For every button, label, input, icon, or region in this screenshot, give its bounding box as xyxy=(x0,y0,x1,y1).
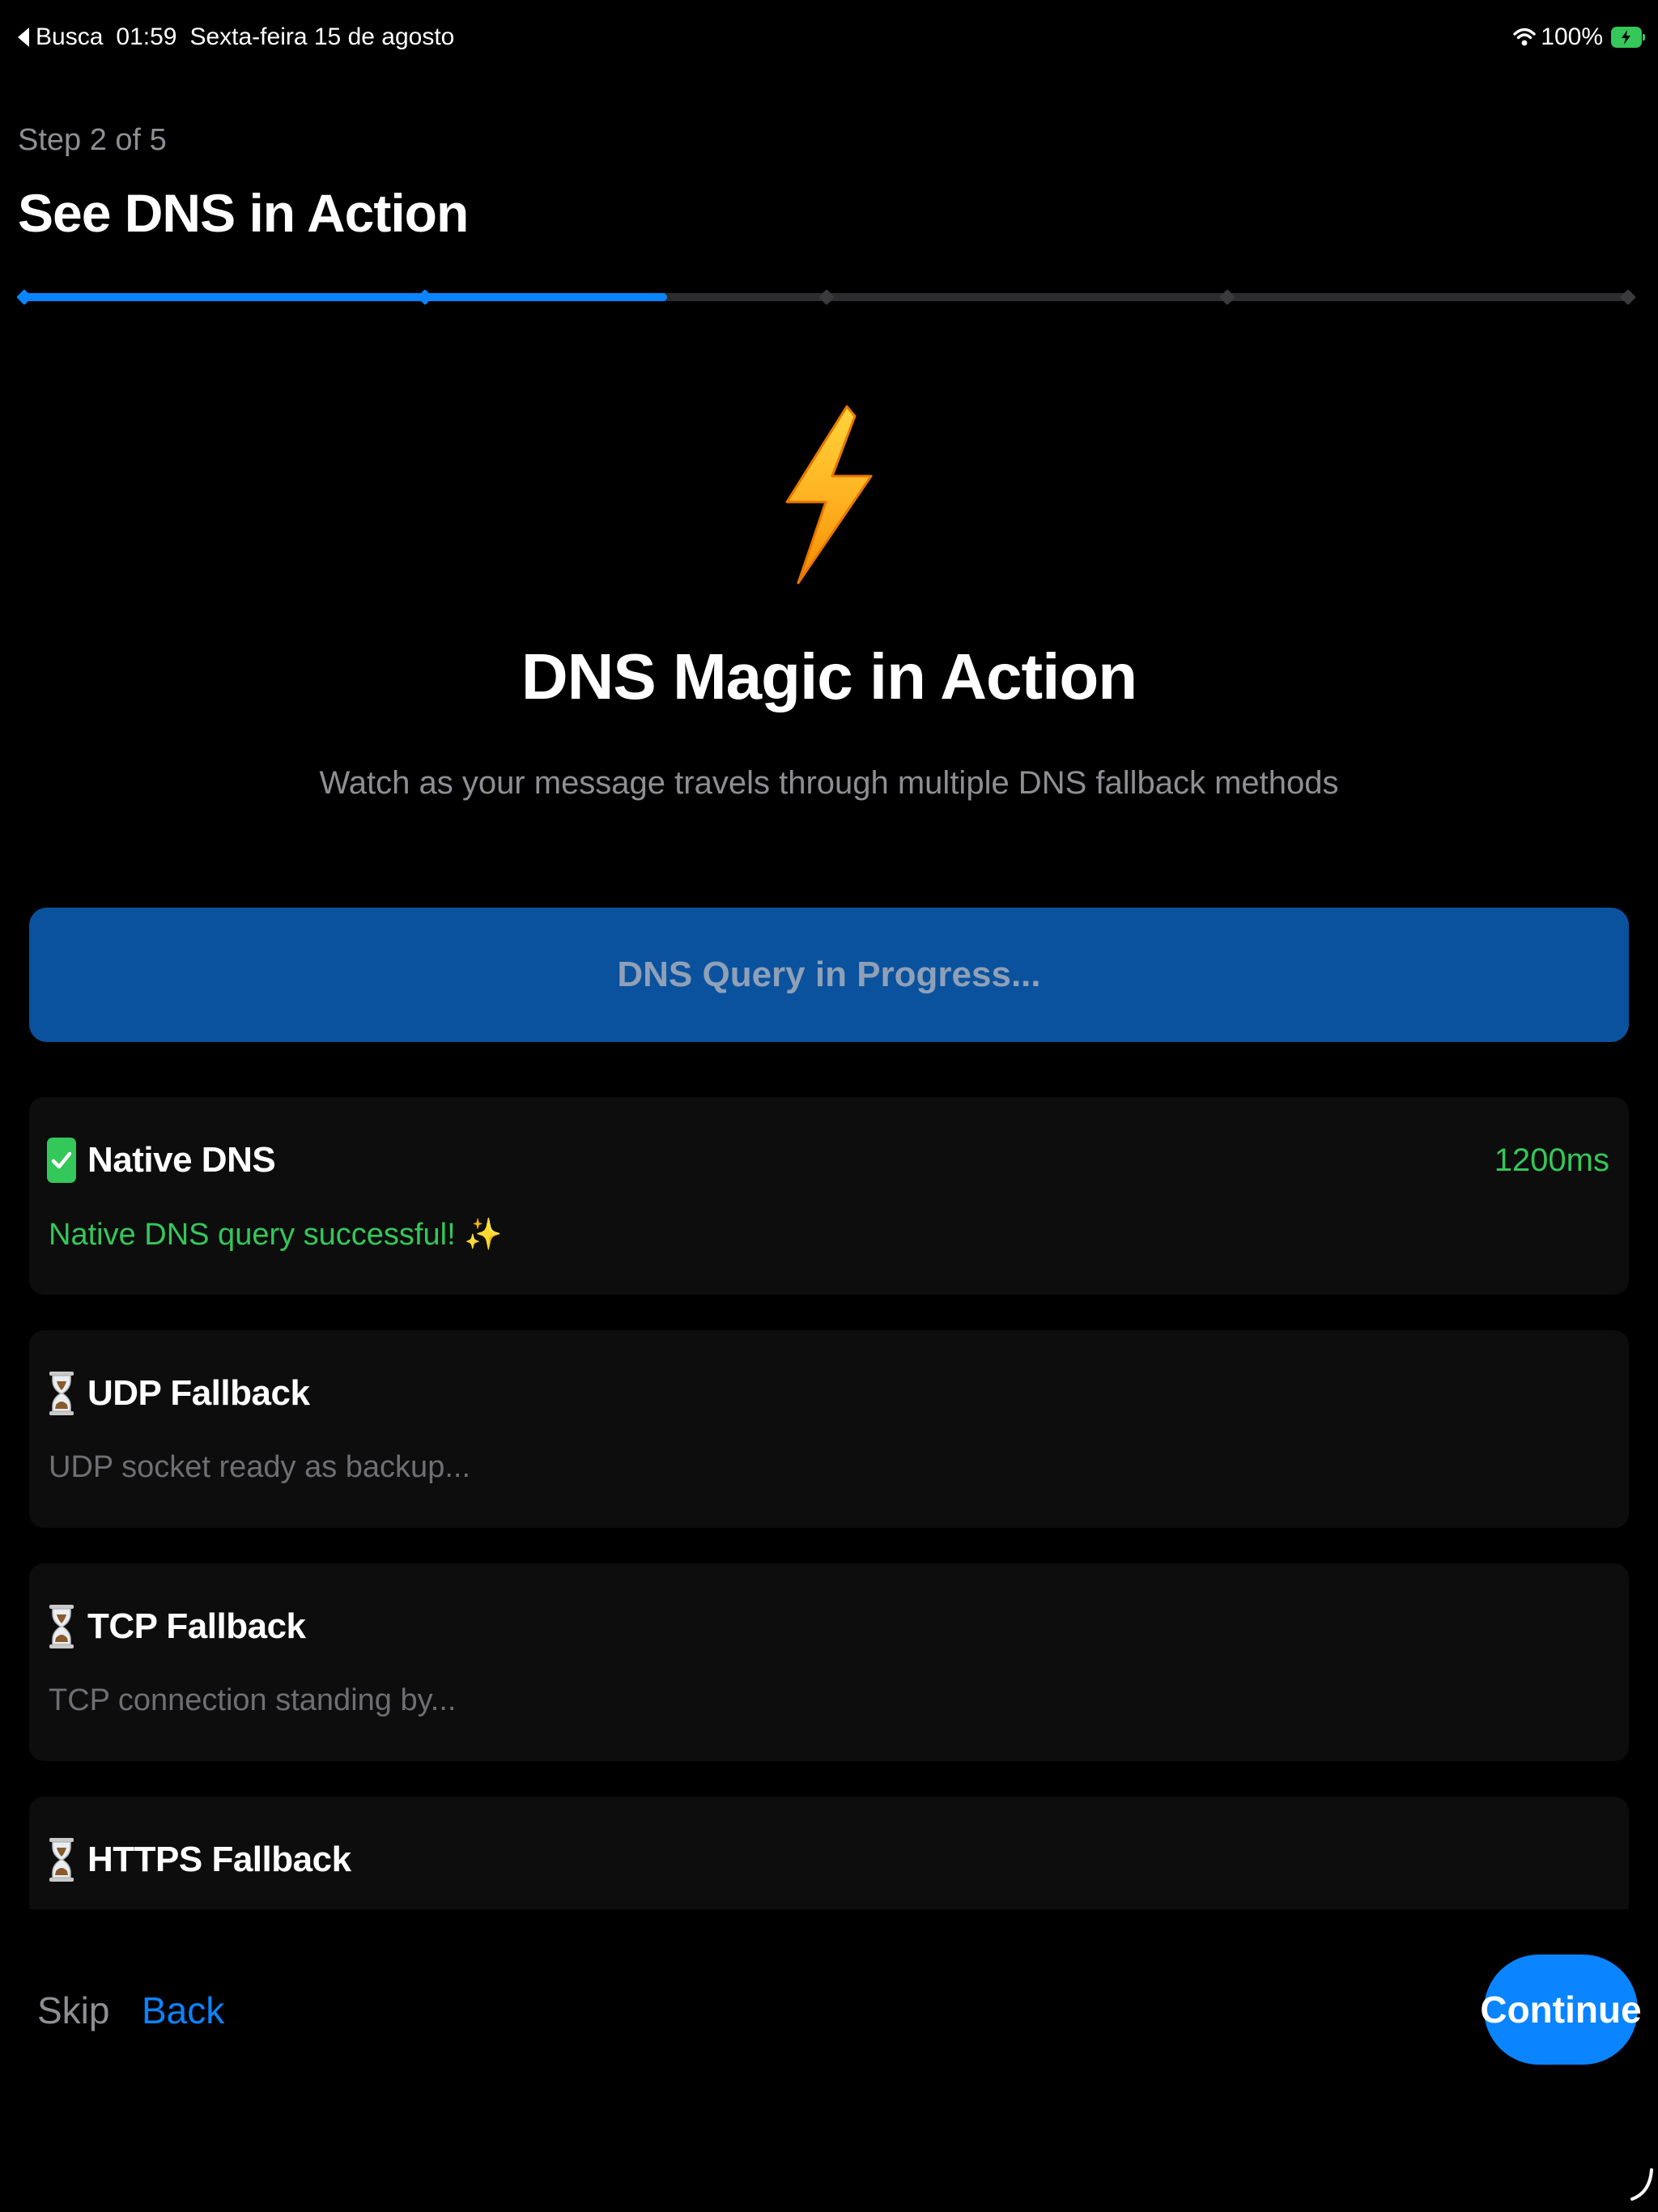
hero-subtitle: Watch as your message travels through mu… xyxy=(319,765,1339,801)
back-app-label[interactable]: Busca xyxy=(36,23,103,51)
bottom-bar xyxy=(0,1909,1658,2120)
home-indicator-corner xyxy=(1629,2168,1653,2201)
step-indicator: Step 2 of 5 xyxy=(18,123,167,157)
method-name: HTTPS Fallback xyxy=(87,1840,351,1879)
method-card-udp-fallback: UDP Fallback UDP socket ready as backup.… xyxy=(29,1330,1629,1528)
method-description: TCP connection standing by... xyxy=(49,1683,457,1717)
battery-icon xyxy=(1611,27,1645,48)
progress-step-dot xyxy=(16,289,32,305)
hourglass-icon xyxy=(47,1837,76,1882)
battery-percent: 100% xyxy=(1541,23,1603,50)
hourglass-icon xyxy=(47,1371,76,1416)
progress-step-dot xyxy=(1620,289,1636,305)
method-description: UDP socket ready as backup... xyxy=(49,1450,470,1484)
dns-query-button[interactable]: DNS Query in Progress... xyxy=(29,908,1629,1042)
progress-step-dot xyxy=(818,289,835,305)
method-description: Native DNS query successful! ✨ xyxy=(49,1218,503,1252)
status-time: 01:59 xyxy=(116,23,177,50)
status-bar-right: 100% xyxy=(1513,21,1645,53)
method-card-tcp-fallback: TCP Fallback TCP connection standing by.… xyxy=(29,1563,1629,1761)
page-title: See DNS in Action xyxy=(18,183,469,243)
method-card-native-dns: Native DNS 1200ms Native DNS query succe… xyxy=(29,1097,1629,1295)
wifi-icon xyxy=(1513,26,1536,49)
method-time: 1200ms xyxy=(1494,1142,1609,1178)
hero-title: DNS Magic in Action xyxy=(521,640,1137,713)
check-icon xyxy=(47,1138,76,1183)
progress-step-dot xyxy=(417,289,433,305)
skip-button[interactable]: Skip xyxy=(37,1989,109,2032)
hourglass-icon xyxy=(47,1604,76,1649)
back-arrow-icon[interactable] xyxy=(18,28,29,47)
status-date: Sexta-feira 15 de agosto xyxy=(189,23,455,50)
status-bar-left: Busca 01:59 Sexta-feira 15 de agosto xyxy=(18,21,454,53)
method-name: TCP Fallback xyxy=(87,1606,306,1646)
continue-button[interactable]: Continue xyxy=(1480,1955,1642,2065)
method-name: UDP Fallback xyxy=(87,1373,310,1413)
method-name: Native DNS xyxy=(87,1140,276,1180)
progress-fill xyxy=(24,293,667,301)
lightning-bolt-icon xyxy=(780,405,878,585)
progress-step-dot xyxy=(1219,289,1235,305)
back-button[interactable]: Back xyxy=(142,1989,224,2032)
